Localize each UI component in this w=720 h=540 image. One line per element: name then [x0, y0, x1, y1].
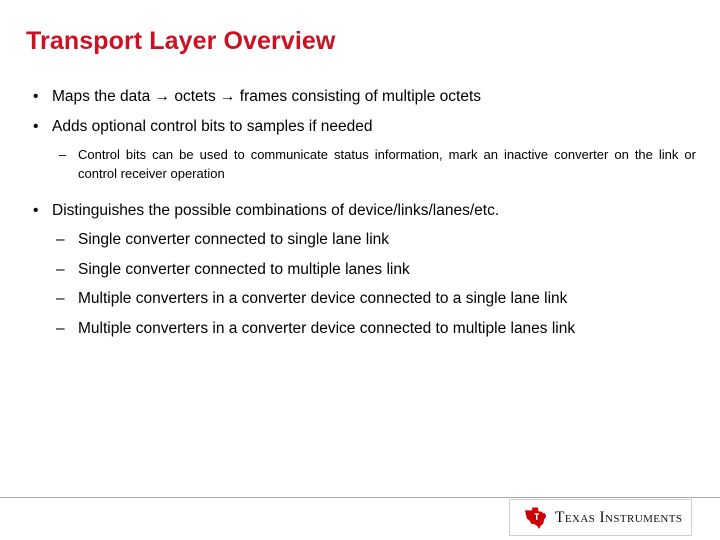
sub-bullet-text: Multiple converters in a converter devic… — [78, 290, 568, 308]
bullet-item: • Maps the data → octets → frames consis… — [0, 86, 720, 107]
dash-marker-icon: – — [56, 260, 65, 278]
dash-marker-icon: – — [56, 319, 65, 337]
texas-state-icon — [524, 506, 547, 529]
bullet-marker-icon: • — [33, 88, 39, 105]
dash-marker-icon: – — [59, 147, 67, 163]
page-title: Transport Layer Overview — [26, 27, 336, 55]
sub-bullet-item: – Control bits can be used to communicat… — [0, 146, 720, 183]
ti-logo-text: Texas Instruments — [555, 508, 683, 526]
bullet-item: • Distinguishes the possible combination… — [0, 200, 720, 221]
sub-bullet-text: Single converter connected to single lan… — [78, 231, 390, 249]
bullet-text: Maps the data → octets → frames consisti… — [52, 88, 482, 105]
dash-marker-icon: – — [56, 290, 65, 308]
slide-body: • Maps the data → octets → frames consis… — [0, 86, 720, 340]
ti-logo: Texas Instruments — [509, 499, 692, 536]
footer-divider — [0, 497, 720, 498]
bullet-text: Adds optional control bits to samples if… — [52, 118, 373, 136]
sub-bullet-item: – Multiple converters in a converter dev… — [0, 289, 720, 310]
sub-bullet-item: – Multiple converters in a converter dev… — [0, 319, 720, 340]
dash-marker-icon: – — [56, 231, 65, 249]
bullet-marker-icon: • — [33, 118, 39, 136]
sub-bullet-item: – Single converter connected to single l… — [0, 230, 720, 251]
sub-bullet-item: – Single converter connected to multiple… — [0, 260, 720, 281]
sub-bullet-text: Control bits can be used to communicate … — [78, 147, 696, 181]
bullet-text: Distinguishes the possible combinations … — [52, 202, 500, 220]
bullet-item: • Adds optional control bits to samples … — [0, 116, 720, 137]
bullet-marker-icon: • — [33, 202, 39, 220]
sub-bullet-text: Multiple converters in a converter devic… — [78, 319, 576, 337]
sub-bullet-text: Single converter connected to multiple l… — [78, 260, 410, 278]
slide: Transport Layer Overview • Maps the data… — [0, 0, 720, 540]
